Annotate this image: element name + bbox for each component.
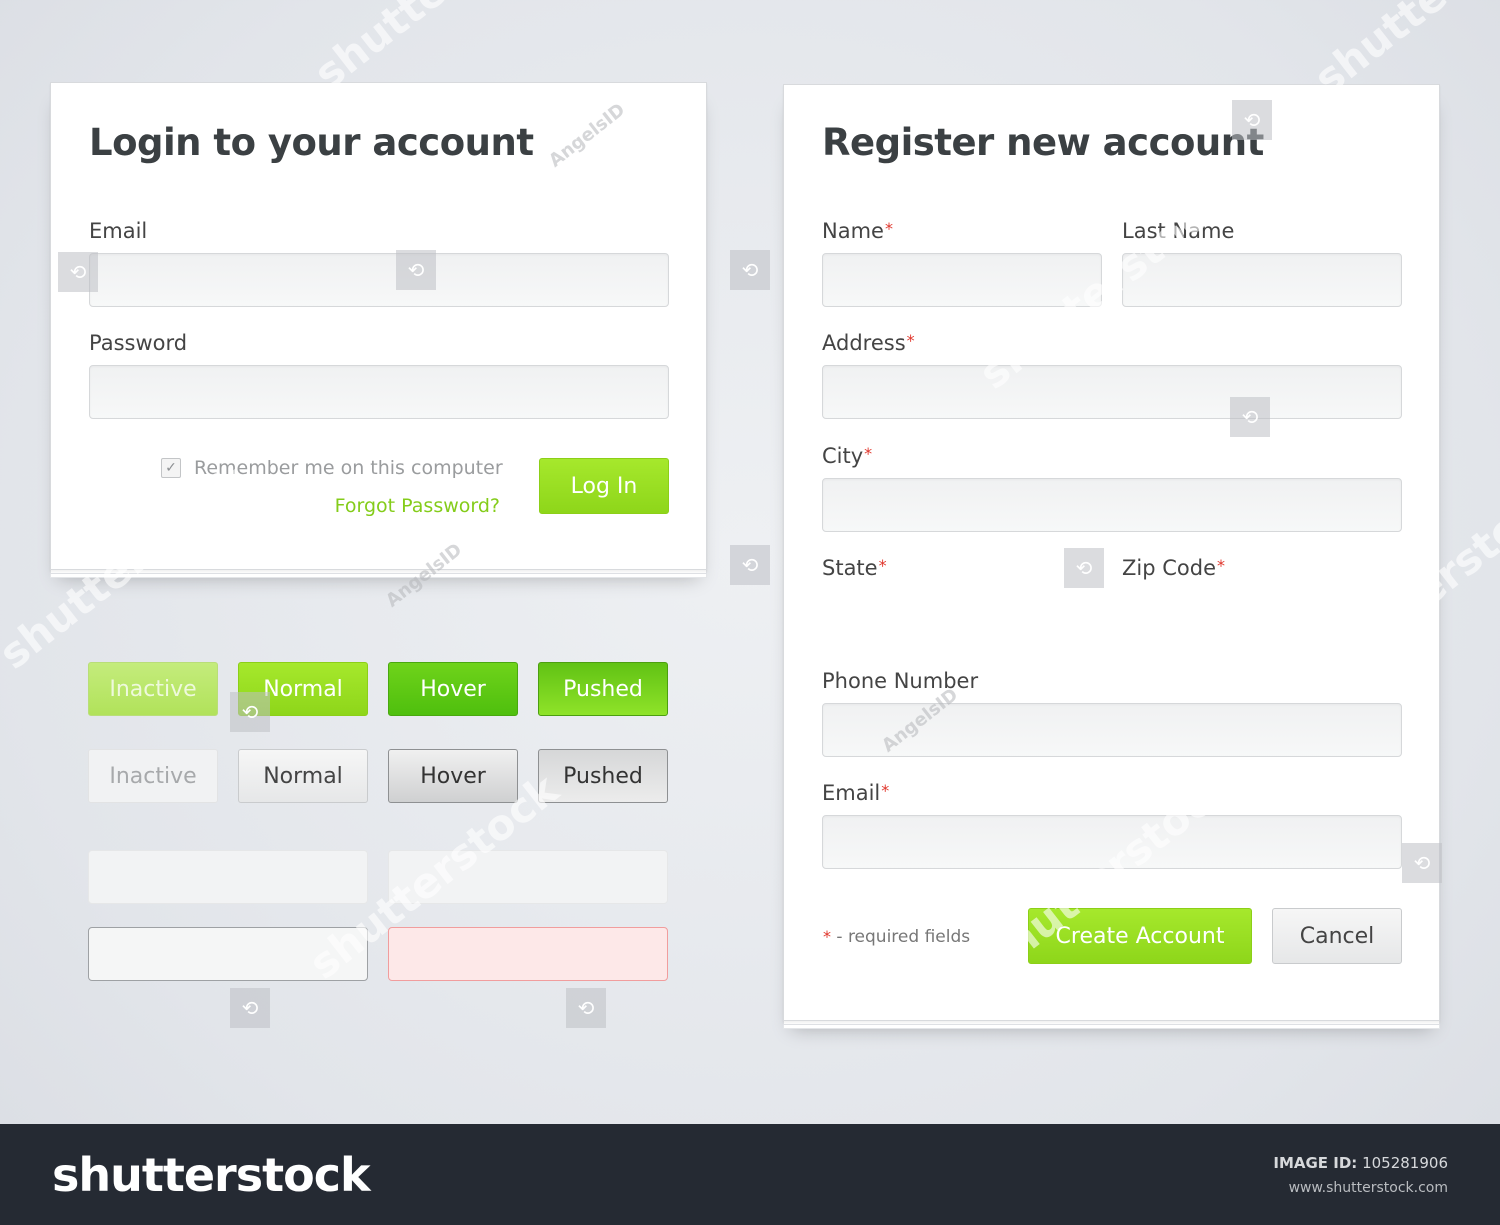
register-email-label: Email* bbox=[822, 781, 889, 805]
email-label: Email bbox=[89, 219, 148, 243]
image-id-value: 105281906 bbox=[1362, 1154, 1448, 1172]
required-asterisk: * bbox=[884, 219, 893, 238]
state-label-text: State bbox=[822, 556, 878, 580]
gray-button-inactive[interactable]: Inactive bbox=[88, 749, 218, 803]
required-note-text: - required fields bbox=[836, 927, 971, 947]
register-email-input[interactable] bbox=[822, 815, 1402, 869]
name-input[interactable] bbox=[822, 253, 1102, 307]
watermark-icon: ⟲ bbox=[730, 545, 770, 585]
checkmark-icon: ✓ bbox=[165, 460, 177, 476]
register-email-label-text: Email bbox=[822, 781, 881, 805]
watermark-icon: ⟲ bbox=[1230, 397, 1270, 437]
login-title: Login to your account bbox=[89, 121, 534, 164]
input-state-inactive-2[interactable] bbox=[388, 850, 668, 904]
green-button-inactive[interactable]: Inactive bbox=[88, 662, 218, 716]
password-label: Password bbox=[89, 331, 188, 355]
phone-input[interactable] bbox=[822, 703, 1402, 757]
input-state-error[interactable] bbox=[388, 927, 668, 981]
green-button-pushed[interactable]: Pushed bbox=[538, 662, 668, 716]
city-label-text: City bbox=[822, 444, 864, 468]
green-button-hover[interactable]: Hover bbox=[388, 662, 518, 716]
login-email-input[interactable] bbox=[89, 253, 669, 307]
site-url: www.shutterstock.com bbox=[1288, 1180, 1448, 1196]
zip-code-label-text: Zip Code bbox=[1122, 556, 1216, 580]
watermark-icon: ⟲ bbox=[1402, 843, 1442, 883]
gray-button-hover[interactable]: Hover bbox=[388, 749, 518, 803]
watermark-icon: ⟲ bbox=[1064, 548, 1104, 588]
cancel-button[interactable]: Cancel bbox=[1272, 908, 1402, 964]
watermark-icon: ⟲ bbox=[230, 988, 270, 1028]
remember-me[interactable]: ✓ Remember me on this computer bbox=[161, 457, 503, 479]
city-label: City* bbox=[822, 444, 872, 468]
address-label-text: Address bbox=[822, 331, 906, 355]
required-note: * - required fields bbox=[822, 927, 970, 947]
watermark-icon: ⟲ bbox=[1232, 100, 1272, 140]
name-label: Name* bbox=[822, 219, 893, 243]
required-asterisk: * bbox=[1217, 556, 1225, 575]
required-asterisk: * bbox=[881, 781, 890, 800]
image-id: IMAGE ID: 105281906 bbox=[1273, 1154, 1448, 1172]
forgot-password-link[interactable]: Forgot Password? bbox=[335, 495, 500, 517]
create-account-button[interactable]: Create Account bbox=[1028, 908, 1252, 964]
watermark-icon: ⟲ bbox=[730, 250, 770, 290]
state-label: State* bbox=[822, 556, 887, 580]
gray-button-pushed[interactable]: Pushed bbox=[538, 749, 668, 803]
register-title: Register new account bbox=[822, 121, 1264, 164]
last-name-label: Last Name bbox=[1122, 219, 1235, 243]
shutterstock-logo: shutterstock bbox=[52, 1148, 371, 1202]
footer-bar: shutterstock IMAGE ID: 105281906 www.shu… bbox=[0, 1124, 1500, 1225]
name-label-text: Name bbox=[822, 219, 884, 243]
watermark-icon: ⟲ bbox=[396, 250, 436, 290]
required-asterisk: * bbox=[864, 444, 873, 463]
login-password-input[interactable] bbox=[89, 365, 669, 419]
login-card: Login to your account Email Password ✓ R… bbox=[50, 82, 707, 570]
last-name-input[interactable] bbox=[1122, 253, 1402, 307]
watermark-icon: ⟲ bbox=[230, 692, 270, 732]
zip-code-label: Zip Code* bbox=[1122, 556, 1225, 580]
register-card: Register new account Name* Last Name Add… bbox=[783, 84, 1440, 1021]
remember-label: Remember me on this computer bbox=[194, 457, 503, 479]
city-input[interactable] bbox=[822, 478, 1402, 532]
gray-button-normal[interactable]: Normal bbox=[238, 749, 368, 803]
watermark-icon: ⟲ bbox=[58, 252, 98, 292]
address-label: Address* bbox=[822, 331, 915, 355]
watermark-icon: ⟲ bbox=[566, 988, 606, 1028]
required-asterisk: * bbox=[823, 927, 831, 946]
required-asterisk: * bbox=[906, 331, 915, 350]
address-input[interactable] bbox=[822, 365, 1402, 419]
input-state-focus[interactable] bbox=[88, 927, 368, 981]
remember-checkbox[interactable]: ✓ bbox=[161, 458, 181, 478]
input-state-inactive[interactable] bbox=[88, 850, 368, 904]
required-asterisk: * bbox=[878, 556, 887, 575]
phone-label: Phone Number bbox=[822, 669, 979, 693]
image-id-label: IMAGE ID: bbox=[1273, 1154, 1358, 1172]
login-button[interactable]: Log In bbox=[539, 458, 669, 514]
